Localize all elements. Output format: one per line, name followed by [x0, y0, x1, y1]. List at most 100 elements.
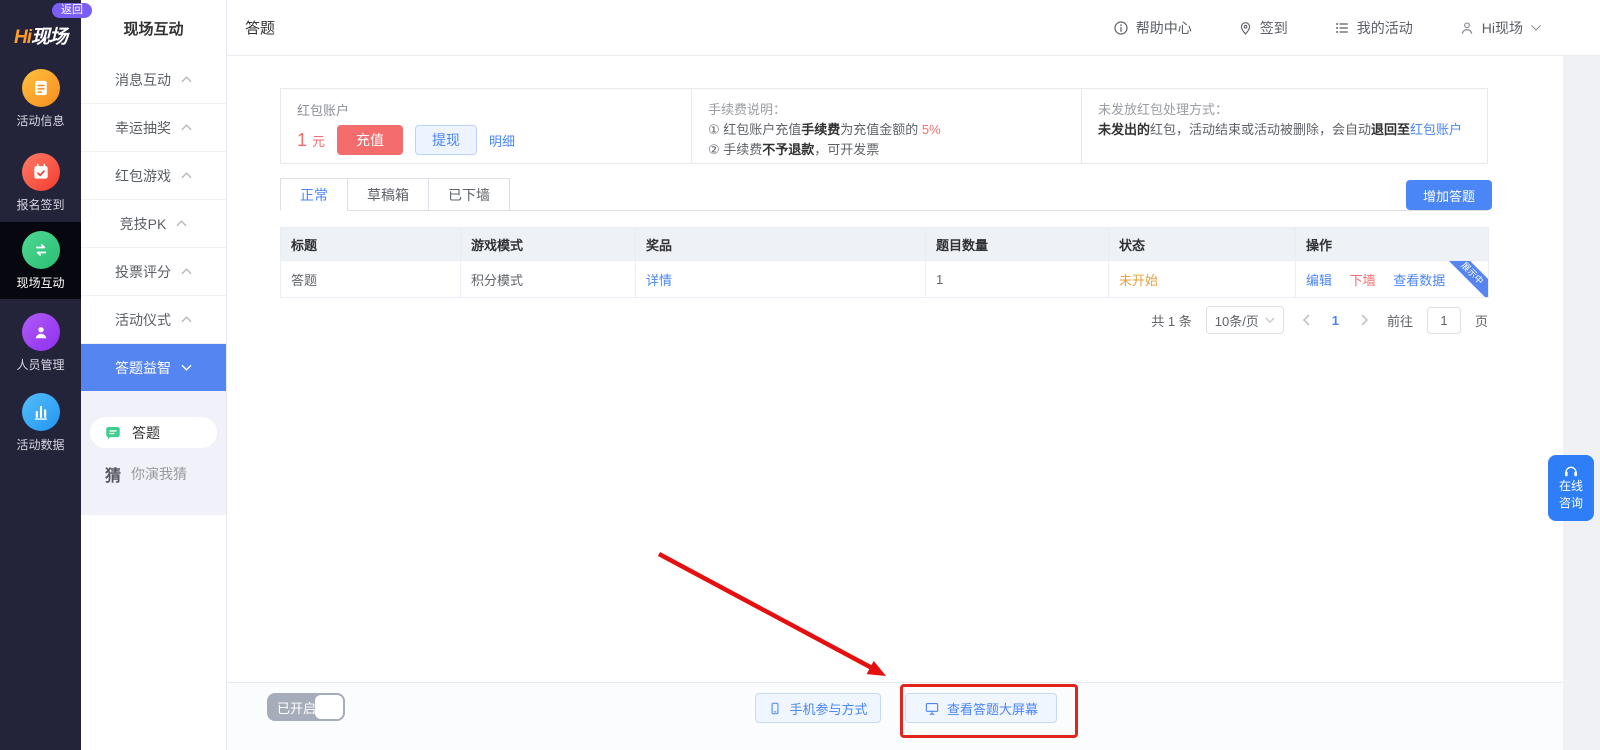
my-activities-link[interactable]: 我的活动 — [1334, 18, 1413, 38]
refund-title: 未发放红包处理方式： — [1098, 100, 1471, 120]
menu-item-label: 竞技PK — [120, 214, 167, 234]
refund-line: 未发出的红包，活动结束或活动被删除，会自动退回至红包账户 — [1098, 120, 1471, 140]
detail-link[interactable]: 明细 — [489, 131, 515, 150]
sidebar-item-label: 报名签到 — [0, 196, 81, 213]
col-mode: 游戏模式 — [461, 228, 636, 261]
submenu-item-label: 你演我猜 — [131, 464, 187, 484]
back-button[interactable]: 返回 — [52, 3, 92, 18]
view-big-screen-button[interactable]: 查看答题大屏幕 — [905, 693, 1057, 723]
sidebar-item-label: 活动数据 — [0, 436, 81, 453]
submenu-item-guess[interactable]: 猜 你演我猜 — [81, 448, 226, 486]
account-menu[interactable]: Hi现场 — [1459, 18, 1542, 38]
goto-page-input[interactable] — [1427, 307, 1461, 334]
sidebar-item-live-interaction[interactable]: 现场互动 — [0, 222, 81, 299]
menu-item-vote[interactable]: 投票评分 — [81, 248, 226, 296]
edit-link[interactable]: 编辑 — [1306, 273, 1332, 288]
phone-participation-button[interactable]: 手机参与方式 — [755, 693, 881, 723]
online-consult-button[interactable]: 在线 咨询 — [1548, 455, 1594, 521]
monitor-icon — [924, 701, 940, 716]
fee-text: ① 红包账户充值 — [708, 122, 801, 137]
sidebar-item-activity-info[interactable]: 活动信息 — [0, 60, 81, 129]
withdraw-button[interactable]: 提现 — [415, 125, 477, 155]
submenu-item-answer[interactable]: 答题 — [90, 417, 217, 448]
cell-mode: 积分模式 — [461, 261, 636, 298]
next-page-button[interactable] — [1357, 314, 1373, 326]
wallet-account-link[interactable]: 红包账户 — [1410, 122, 1462, 137]
view-big-screen-label: 查看答题大屏幕 — [947, 699, 1038, 718]
table-row: 答题 积分模式 详情 1 未开始 编辑 下墙 查看数据 展示中 — [281, 261, 1489, 298]
consult-label-line1: 在线 — [1559, 479, 1583, 495]
refund-text-bold: 未发出的 — [1098, 122, 1150, 137]
sidebar-item-activity-data[interactable]: 活动数据 — [0, 384, 81, 453]
chevron-down-icon — [1265, 317, 1275, 323]
col-count: 题目数量 — [926, 228, 1109, 261]
chevron-up-icon — [181, 172, 192, 179]
menu-item-pk[interactable]: 竞技PK — [81, 200, 226, 248]
enabled-toggle[interactable]: 已开启 — [267, 693, 345, 721]
sidebar-item-label: 现场互动 — [0, 274, 81, 291]
prize-detail-link[interactable]: 详情 — [646, 273, 672, 288]
quiz-tabs: 正常 草稿箱 已下墙 — [280, 178, 1488, 211]
menu-item-lottery[interactable]: 幸运抽奖 — [81, 104, 226, 152]
page-unit-label: 页 — [1475, 311, 1488, 330]
guess-icon: 猜 — [105, 462, 121, 486]
menu-item-redpacket[interactable]: 红包游戏 — [81, 152, 226, 200]
page-number-1[interactable]: 1 — [1328, 313, 1343, 328]
sidebar-item-signup-checkin[interactable]: 报名签到 — [0, 144, 81, 213]
menu-item-label: 幸运抽奖 — [115, 118, 171, 138]
phone-participation-label: 手机参与方式 — [789, 699, 867, 718]
tab-normal[interactable]: 正常 — [280, 178, 347, 211]
chevron-up-icon — [176, 220, 187, 227]
wallet-amount-value: 1 — [297, 130, 307, 150]
wallet-amount: 1 元 — [297, 130, 325, 151]
fee-text: ② 手续费 — [708, 142, 762, 157]
chevron-down-icon — [181, 364, 192, 371]
logo-hi: Hi — [14, 27, 31, 48]
menu-item-label: 投票评分 — [115, 262, 171, 282]
refund-text-bold: 退回至 — [1371, 122, 1410, 137]
user-icon — [1459, 20, 1475, 36]
submenu-item-label: 答题 — [132, 423, 160, 443]
offwall-link[interactable]: 下墙 — [1350, 273, 1376, 288]
prev-page-button[interactable] — [1298, 314, 1314, 326]
menu-item-message[interactable]: 消息互动 — [81, 56, 226, 104]
col-prize: 奖品 — [636, 228, 926, 261]
menu-item-quiz-selected[interactable]: 答题益智 — [81, 344, 226, 391]
cell-prize: 详情 — [636, 261, 926, 298]
sidebar-item-label: 人员管理 — [0, 356, 81, 373]
refund-text: 红包，活动结束或活动被删除，会自动 — [1150, 122, 1371, 137]
page-size-select[interactable]: 10条/页 — [1206, 306, 1284, 334]
chevron-up-icon — [181, 76, 192, 83]
menu-item-label: 答题益智 — [115, 358, 171, 378]
info-icon — [1113, 20, 1129, 36]
cell-status: 未开始 — [1109, 261, 1296, 298]
location-pin-icon — [1238, 20, 1253, 36]
sidebar-item-label: 活动信息 — [0, 112, 81, 129]
quiz-submenu: 答题 猜 你演我猜 — [81, 391, 226, 515]
chat-icon — [104, 424, 122, 442]
my-activities-label: 我的活动 — [1357, 18, 1413, 38]
chevron-left-icon — [1302, 314, 1310, 326]
checkin-link[interactable]: 签到 — [1238, 18, 1288, 38]
table-header-row: 标题 游戏模式 奖品 题目数量 状态 操作 — [281, 228, 1489, 261]
header-actions: 帮助中心 签到 我的活动 Hi现场 — [1113, 18, 1542, 38]
calendar-check-icon — [22, 153, 60, 191]
menu-item-label: 红包游戏 — [115, 166, 171, 186]
sidebar-item-personnel[interactable]: 人员管理 — [0, 304, 81, 373]
consult-label-line2: 咨询 — [1559, 496, 1583, 512]
view-data-link[interactable]: 查看数据 — [1393, 273, 1445, 288]
col-title: 标题 — [281, 228, 461, 261]
col-actions: 操作 — [1296, 228, 1489, 261]
fee-line-2: ② 手续费不予退款，可开发票 — [708, 140, 1065, 160]
checkin-label: 签到 — [1260, 18, 1288, 38]
chevron-up-icon — [181, 316, 192, 323]
tab-offwall[interactable]: 已下墙 — [428, 178, 510, 211]
chevron-right-icon — [1361, 314, 1369, 326]
menu-item-ceremony[interactable]: 活动仪式 — [81, 296, 226, 344]
tab-draft[interactable]: 草稿箱 — [347, 178, 428, 211]
add-quiz-button[interactable]: 增加答题 — [1406, 180, 1492, 210]
help-center-link[interactable]: 帮助中心 — [1113, 18, 1192, 38]
recharge-button[interactable]: 充值 — [337, 125, 403, 155]
toggle-knob — [315, 695, 343, 719]
top-header: 答题 帮助中心 签到 我的活动 Hi现场 — [227, 0, 1600, 56]
